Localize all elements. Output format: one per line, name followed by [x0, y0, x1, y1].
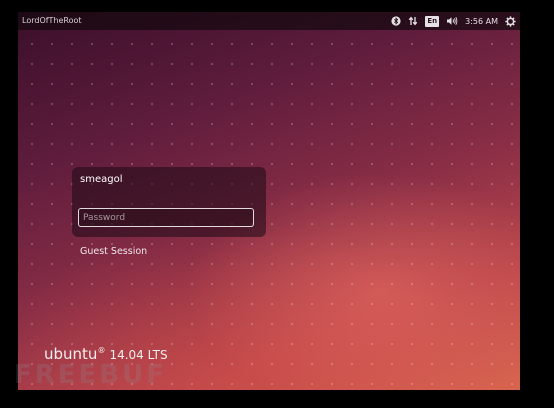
hostname-label: LordOfTheRoot	[22, 16, 82, 25]
watermark: FREEBUF	[14, 360, 167, 390]
registered-mark: ®	[97, 346, 106, 355]
top-panel: LordOfTheRoot En 3:56 AM	[18, 12, 520, 30]
gear-icon[interactable]	[505, 15, 516, 27]
guest-session-option[interactable]: Guest Session	[80, 246, 147, 257]
keyboard-layout-indicator[interactable]: En	[425, 15, 440, 27]
login-card: smeagol	[72, 167, 266, 237]
bluetooth-icon[interactable]	[391, 16, 401, 26]
clock[interactable]: 3:56 AM	[465, 17, 498, 26]
login-screen: LordOfTheRoot En 3:56 AM smeagol Guest S…	[18, 12, 520, 390]
password-field[interactable]	[78, 208, 254, 227]
network-icon[interactable]	[408, 16, 418, 26]
username-label[interactable]: smeagol	[80, 174, 122, 185]
volume-icon[interactable]	[446, 16, 458, 26]
indicator-area: En 3:56 AM	[391, 12, 516, 30]
